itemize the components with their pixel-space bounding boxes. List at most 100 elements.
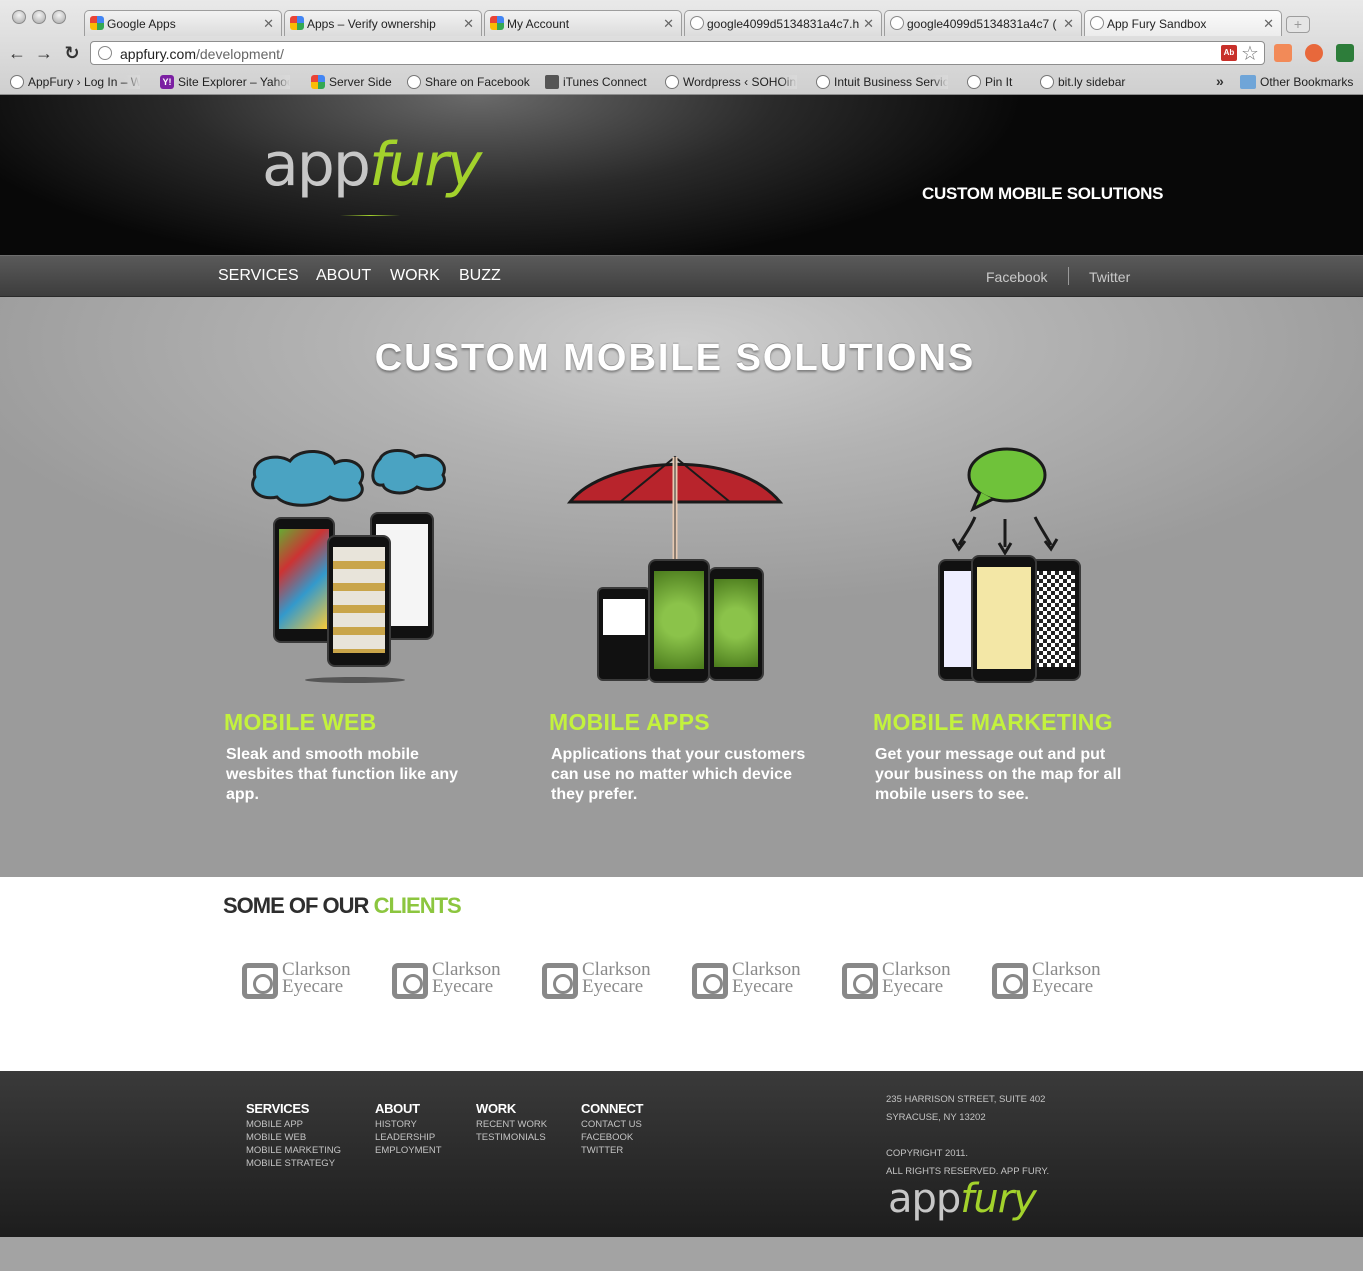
footer-link[interactable]: RECENT WORK [476,1118,547,1131]
mobile-apps-illustration [565,447,785,687]
footer-link[interactable]: MOBILE WEB [246,1131,341,1144]
footer-copyright-line1: COPYRIGHT 2011. [886,1148,969,1159]
tab-my-account[interactable]: My Account ✕ [484,10,682,36]
footer-heading[interactable]: WORK [476,1101,547,1116]
clients-heading: SOME OF OUR CLIENTS [223,893,462,918]
footer-heading[interactable]: CONNECT [581,1101,643,1116]
page-bottom-strip [0,1237,1363,1271]
bookmark-share-on-facebook[interactable]: Share on Facebook [407,75,532,89]
header-tagline: CUSTOM MOBILE SOLUTIONS [922,184,1164,203]
nav-services[interactable]: SERVICES [218,267,299,285]
feature-title-mobile-web: MOBILE WEB [224,709,377,735]
footer-link[interactable]: CONTACT US [581,1118,643,1131]
forward-arrow-icon[interactable]: → [33,42,55,64]
footer-column-connect: CONNECT CONTACT US FACEBOOK TWITTER [581,1101,643,1157]
tab-close-icon[interactable]: ✕ [663,16,674,32]
footer-heading[interactable]: SERVICES [246,1101,341,1116]
hero-title: CUSTOM MOBILE SOLUTIONS [374,337,976,379]
close-window-icon[interactable] [12,10,26,24]
footer-link[interactable]: TESTIMONIALS [476,1131,547,1144]
footer-link[interactable]: LEADERSHIP [375,1131,442,1144]
site-header: appfury CUSTOM MOBILE SOLUTIONS [0,95,1363,255]
blackberry-icon [597,587,651,681]
mobile-web-illustration [245,447,455,687]
globe-icon [1040,75,1054,89]
globe-icon [890,16,904,30]
globe-icon [690,16,704,30]
address-bar[interactable]: appfury.com/development/ [90,41,1265,65]
tab-close-icon[interactable]: ✕ [863,16,874,32]
extension-green-icon[interactable] [1336,44,1354,62]
tab-google-apps[interactable]: Google Apps ✕ [84,10,282,36]
client-logo-clarkson-eyecare[interactable]: Clarkson Eyecare [692,960,808,1001]
globe-icon [10,75,24,89]
bookmark-server-side[interactable]: Server Side [311,75,393,89]
back-arrow-icon[interactable]: ← [6,42,28,64]
tab-close-icon[interactable]: ✕ [463,16,474,32]
client-logo-clarkson-eyecare[interactable]: Clarkson Eyecare [542,960,658,1001]
extension-plus-icon[interactable] [1274,44,1292,62]
tab-close-icon[interactable]: ✕ [1263,16,1274,32]
nav-buzz[interactable]: BUZZ [459,267,501,285]
globe-icon [665,75,679,89]
tab-google-verification-2[interactable]: google4099d5134831a4c7 ( ✕ [884,10,1082,36]
pdf-extension-icon[interactable]: Ab [1221,45,1237,61]
tab-google-verification-1[interactable]: google4099d5134831a4c7.h ✕ [684,10,882,36]
bookmarks-bar: AppFury › Log In – W Y! Site Explorer – Y… [0,70,1363,95]
bookmark-star-icon[interactable]: ☆ [1241,41,1259,66]
bookmark-site-explorer[interactable]: Y! Site Explorer – Yahoo [160,75,290,89]
phone-icon [273,517,335,643]
minimize-window-icon[interactable] [32,10,46,24]
footer-link[interactable]: MOBILE APP [246,1118,341,1131]
bookmark-bitly-sidebar[interactable]: bit.ly sidebar [1040,75,1140,89]
bookmark-itunes-connect[interactable]: iTunes Connect [545,75,653,89]
logo-underline [340,215,400,216]
eye-logo-icon [242,963,278,999]
footer-heading[interactable]: ABOUT [375,1101,442,1116]
client-logo-clarkson-eyecare[interactable]: Clarkson Eyecare [992,960,1108,1001]
appfury-logo[interactable]: appfury [262,135,482,195]
tab-close-icon[interactable]: ✕ [263,16,274,32]
eye-logo-icon [542,963,578,999]
phone-icon [708,567,764,681]
nav-about[interactable]: ABOUT [316,267,371,285]
footer-link[interactable]: HISTORY [375,1118,442,1131]
footer-column-work: WORK RECENT WORK TESTIMONIALS [476,1101,547,1144]
other-bookmarks-folder[interactable]: Other Bookmarks [1240,75,1358,89]
feature-title-mobile-apps: MOBILE APPS [549,709,710,735]
client-logo-clarkson-eyecare[interactable]: Clarkson Eyecare [242,960,358,1001]
bookmark-pin-it[interactable]: Pin It [967,75,1027,89]
client-logo-clarkson-eyecare[interactable]: Clarkson Eyecare [842,960,958,1001]
tab-close-icon[interactable]: ✕ [1063,16,1074,32]
phone-icon [971,555,1037,683]
footer-link[interactable]: EMPLOYMENT [375,1144,442,1157]
bookmark-intuit[interactable]: Intuit Business Servic [816,75,948,89]
mobile-marketing-illustration [935,447,1085,687]
tab-verify-ownership[interactable]: Apps – Verify ownership ✕ [284,10,482,36]
eye-logo-icon [392,963,428,999]
nav-twitter-link[interactable]: Twitter [1089,269,1130,285]
new-tab-button[interactable]: + [1286,16,1310,33]
bookmark-appfury-login[interactable]: AppFury › Log In – W [10,75,140,89]
browser-chrome: Google Apps ✕ Apps – Verify ownership ✕ … [0,0,1363,95]
folder-icon [1240,75,1256,89]
footer-address-line2: SYRACUSE, NY 13202 [886,1112,986,1123]
url-text[interactable]: appfury.com/development/ [120,46,284,62]
nav-facebook-link[interactable]: Facebook [986,269,1047,285]
footer-appfury-logo[interactable]: appfury [888,1179,1037,1219]
footer-link[interactable]: TWITTER [581,1144,643,1157]
zoom-window-icon[interactable] [52,10,66,24]
footer-link[interactable]: FACEBOOK [581,1131,643,1144]
url-host: appfury.com [120,46,196,62]
tab-app-fury-sandbox[interactable]: App Fury Sandbox ✕ [1084,10,1282,36]
site-footer: SERVICES MOBILE APP MOBILE WEB MOBILE MA… [0,1071,1363,1237]
nav-work[interactable]: WORK [390,267,440,285]
footer-link[interactable]: MOBILE STRATEGY [246,1157,341,1170]
bookmarks-overflow-button[interactable]: » [1216,73,1224,89]
feature-desc-mobile-apps: Applications that your customers can use… [551,746,806,803]
client-logo-clarkson-eyecare[interactable]: Clarkson Eyecare [392,960,508,1001]
bookmark-wordpress[interactable]: Wordpress ‹ SOHOinn [665,75,797,89]
extension-icon[interactable] [1305,44,1323,62]
footer-link[interactable]: MOBILE MARKETING [246,1144,341,1157]
reload-icon[interactable]: ↻ [61,42,83,64]
